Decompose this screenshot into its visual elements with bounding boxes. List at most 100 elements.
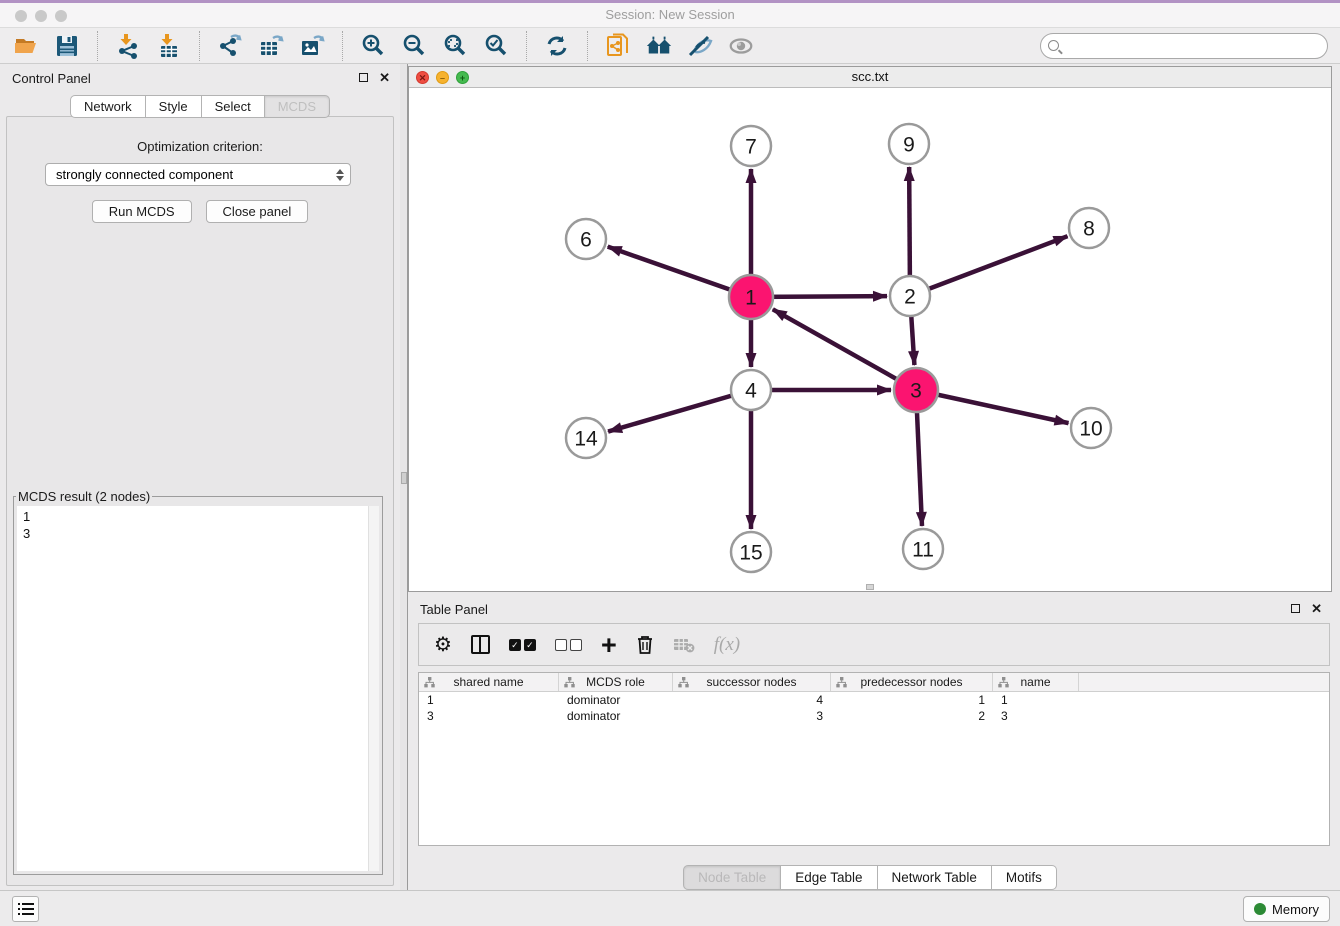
graph-node-15[interactable]: 15 xyxy=(731,532,771,572)
column-header-label: predecessor nodes xyxy=(860,675,962,689)
splitter-handle[interactable] xyxy=(401,472,407,484)
tab-style[interactable]: Style xyxy=(146,95,202,118)
mcds-result-box[interactable]: 1 3 xyxy=(17,506,379,871)
table-cell[interactable]: dominator xyxy=(559,692,673,708)
export-table-icon[interactable] xyxy=(257,32,285,60)
close-table-panel-icon[interactable]: ✕ xyxy=(1311,604,1322,613)
close-network-button[interactable]: ✕ xyxy=(416,71,429,84)
graph-edge-2-8[interactable] xyxy=(910,236,1067,296)
clone-network-icon[interactable] xyxy=(604,32,632,60)
graph-node-2[interactable]: 2 xyxy=(890,276,930,316)
table-cell[interactable]: 1 xyxy=(831,692,993,708)
run-mcds-button[interactable]: Run MCDS xyxy=(92,200,192,223)
table-row[interactable]: 1dominator411 xyxy=(419,692,1329,708)
column-header-predecessor-nodes[interactable]: predecessor nodes xyxy=(831,673,993,691)
table-cell[interactable]: 2 xyxy=(831,708,993,724)
graph-node-11[interactable]: 11 xyxy=(903,529,943,569)
horizontal-splitter-handle[interactable] xyxy=(866,584,874,590)
column-header-name[interactable]: name xyxy=(993,673,1079,691)
graph-edge-3-10[interactable] xyxy=(916,390,1069,423)
table-row[interactable]: 3dominator323 xyxy=(419,708,1329,724)
table-body: 1dominator4113dominator323 xyxy=(419,692,1329,724)
hide-graphics-details-icon[interactable] xyxy=(686,32,714,60)
table-cell[interactable]: dominator xyxy=(559,708,673,724)
node-table[interactable]: shared nameMCDS role successor nodes prede… xyxy=(418,672,1330,846)
mcds-result-line: 3 xyxy=(17,525,379,542)
graph-node-label: 10 xyxy=(1079,418,1102,441)
graph-node-4[interactable]: 4 xyxy=(731,370,771,410)
save-session-icon[interactable] xyxy=(53,32,81,60)
unselect-all-columns-icon[interactable] xyxy=(555,639,582,651)
zoom-in-icon[interactable] xyxy=(359,32,387,60)
table-cell[interactable]: 3 xyxy=(993,708,1079,724)
minimize-network-button[interactable]: – xyxy=(436,71,449,84)
graph-node-9[interactable]: 9 xyxy=(889,124,929,164)
close-panel-button[interactable]: Close panel xyxy=(206,200,309,223)
table-cell[interactable]: 4 xyxy=(673,692,831,708)
memory-button[interactable]: Memory xyxy=(1243,896,1330,922)
tab-network-table[interactable]: Network Table xyxy=(878,865,992,890)
memory-label: Memory xyxy=(1272,902,1319,917)
table-cell[interactable]: 3 xyxy=(419,708,559,724)
tab-motifs[interactable]: Motifs xyxy=(992,865,1057,890)
graph-node-3[interactable]: 3 xyxy=(894,368,938,412)
import-table-icon[interactable] xyxy=(155,32,183,60)
vertical-splitter[interactable] xyxy=(400,64,408,890)
optimization-criterion-value: strongly connected component xyxy=(56,167,336,182)
graph-node-7[interactable]: 7 xyxy=(731,126,771,166)
select-all-columns-icon[interactable]: ✓✓ xyxy=(509,639,536,651)
network-canvas[interactable]: 1 2 3 4 6 7 8 9 10 11 14 15 xyxy=(409,88,1331,591)
delete-columns-icon[interactable] xyxy=(636,634,654,655)
column-header-MCDS-role[interactable]: MCDS role xyxy=(559,673,673,691)
control-panel-tabs: Network Style Select MCDS xyxy=(0,95,400,118)
tab-edge-table[interactable]: Edge Table xyxy=(781,865,877,890)
graph-node-14[interactable]: 14 xyxy=(566,418,606,458)
fit-selected-icon[interactable] xyxy=(482,32,510,60)
open-file-icon[interactable] xyxy=(12,32,40,60)
table-cell[interactable]: 1 xyxy=(419,692,559,708)
home-network-icon[interactable] xyxy=(645,32,673,60)
graph-edge-4-14[interactable] xyxy=(608,390,751,432)
tab-mcds[interactable]: MCDS xyxy=(265,95,330,118)
graph-node-8[interactable]: 8 xyxy=(1069,208,1109,248)
export-image-icon[interactable] xyxy=(298,32,326,60)
table-cell[interactable]: 3 xyxy=(673,708,831,724)
export-network-icon[interactable] xyxy=(216,32,244,60)
table-panel: Table Panel ✕ ⚙ ✓✓ + f(x) shared nameMCD… xyxy=(408,595,1332,890)
tab-node-table[interactable]: Node Table xyxy=(683,865,781,890)
close-panel-icon[interactable]: ✕ xyxy=(379,73,390,82)
close-window-button[interactable] xyxy=(15,10,27,22)
zoom-window-button[interactable] xyxy=(55,10,67,22)
search-input[interactable] xyxy=(1065,38,1320,53)
graph-node-10[interactable]: 10 xyxy=(1071,408,1111,448)
graph-edge-3-1[interactable] xyxy=(773,309,916,390)
show-columns-icon[interactable] xyxy=(471,635,490,654)
show-graphics-details-icon[interactable] xyxy=(727,32,755,60)
zoom-out-icon[interactable] xyxy=(400,32,428,60)
network-window-titlebar[interactable]: ✕ – + scc.txt xyxy=(409,67,1331,88)
column-header-successor-nodes[interactable]: successor nodes xyxy=(673,673,831,691)
tab-select[interactable]: Select xyxy=(202,95,265,118)
tab-network[interactable]: Network xyxy=(70,95,146,118)
window-controls[interactable] xyxy=(15,10,67,22)
table-settings-icon[interactable]: ⚙ xyxy=(434,635,452,655)
minimize-window-button[interactable] xyxy=(35,10,47,22)
task-history-button[interactable] xyxy=(12,896,39,922)
apply-layout-icon[interactable] xyxy=(543,32,571,60)
column-header-label: successor nodes xyxy=(706,675,796,689)
add-column-icon[interactable]: + xyxy=(601,635,617,655)
column-header-shared-name[interactable]: shared name xyxy=(419,673,559,691)
result-scrollbar[interactable] xyxy=(368,506,379,871)
toolbar-separator xyxy=(526,31,527,61)
fit-content-icon[interactable] xyxy=(441,32,469,60)
maximize-network-button[interactable]: + xyxy=(456,71,469,84)
optimization-criterion-select[interactable]: strongly connected component xyxy=(45,163,351,186)
graph-node-1[interactable]: 1 xyxy=(729,275,773,319)
float-panel-icon[interactable] xyxy=(359,73,368,82)
float-table-panel-icon[interactable] xyxy=(1291,604,1300,613)
import-network-icon[interactable] xyxy=(114,32,142,60)
table-cell[interactable]: 1 xyxy=(993,692,1079,708)
graph-node-6[interactable]: 6 xyxy=(566,219,606,259)
search-box[interactable] xyxy=(1040,33,1328,59)
memory-status-icon xyxy=(1254,903,1266,915)
